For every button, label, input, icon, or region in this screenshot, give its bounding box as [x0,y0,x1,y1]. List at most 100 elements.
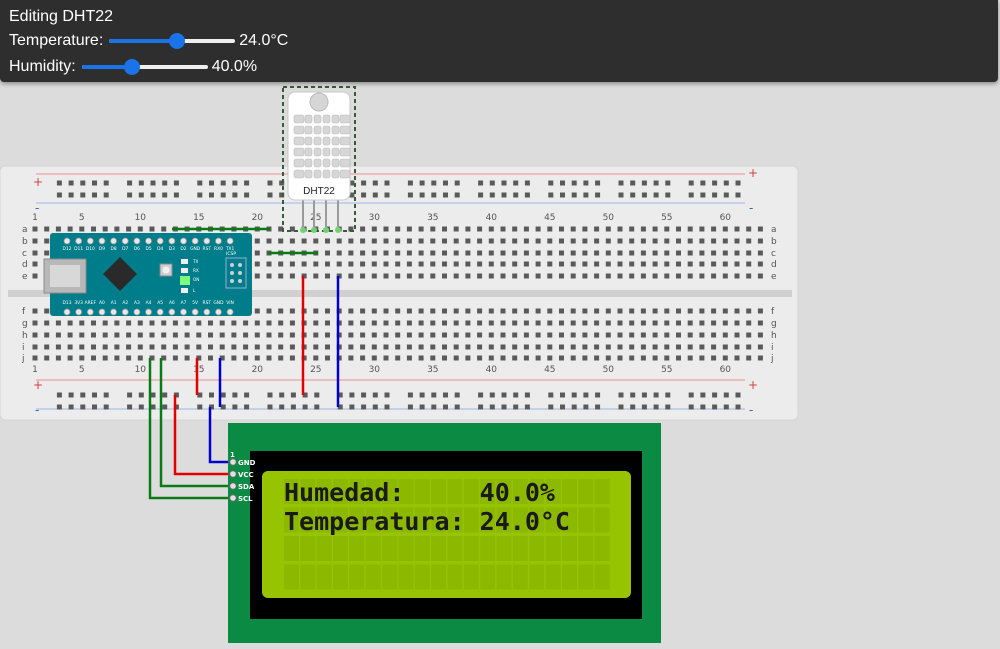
led-label: TX [192,259,199,264]
minus-label-bl: - [35,403,39,417]
row-letter-left: d [22,260,28,270]
column-number: 15 [193,213,204,223]
column-number: 10 [135,213,147,223]
lcd-pin-index: 1 [230,451,235,459]
row-letter-left: i [22,343,25,353]
power-led-icon [180,276,190,285]
arduino-pin [133,237,141,245]
lcd-pin [229,470,237,478]
column-number: 20 [252,213,264,223]
lcd-pin [229,482,237,490]
lcd-pin-label: SCL [238,495,253,503]
arduino-pin-label: D5 [145,246,151,252]
row-letter-right: d [771,260,777,270]
lcd-pin-label: SDA [238,483,255,491]
lcd-pin-label: VCC [238,471,254,479]
arduino-pin [156,308,164,316]
arduino-pin-label: D6 [134,246,140,252]
editor-title: Editing DHT22 [9,8,114,25]
humidity-row: Humidity: 40.0% [9,57,257,77]
row-letter-left: e [22,272,28,282]
column-number: 50 [603,365,615,375]
column-number: 60 [720,365,732,375]
arduino-pin-label: RST [203,300,212,306]
arduino-pin [98,237,106,245]
property-editor-panel: Editing DHT22 Temperature: 24.0°C Humidi… [0,0,998,82]
arduino-pin [63,237,71,245]
lcd-display[interactable]: Humedad: 40.0% Temperatura: 24.0°C 1 GND… [228,423,661,643]
row-letter-right: e [771,272,777,282]
arduino-pin [191,308,199,316]
temperature-slider[interactable] [109,33,236,49]
arduino-pin-label: 5V [192,300,198,306]
arduino-pin [121,308,129,316]
plus-label-tl: + [33,175,43,189]
arduino-pin [203,308,211,316]
arduino-pin-label: GND [190,246,201,252]
row-letter-right: j [770,354,774,364]
column-number: 15 [193,365,204,375]
plus-label-br: + [748,378,758,392]
arduino-pin-label: D4 [157,246,163,252]
column-number: 60 [720,213,732,223]
column-number: 55 [661,213,672,223]
arduino-pin [133,308,141,316]
arduino-pin-label: A6 [169,300,175,306]
arduino-pin-label: VIN [226,300,234,306]
arduino-pin [156,237,164,245]
arduino-pin-label: A3 [134,300,140,306]
humidity-slider-thumb[interactable] [124,59,141,75]
arduino-pin-label: A7 [181,300,187,306]
row-letter-left: h [22,331,28,341]
lcd-pin [229,458,237,466]
column-number: 30 [369,213,381,223]
humidity-value: 40.0% [211,58,258,75]
arduino-pin [98,308,106,316]
arduino-pin-label: D12 [63,246,72,252]
arduino-pin-label: RST [203,246,212,252]
column-number: 5 [79,213,85,223]
temperature-slider-thumb[interactable] [169,33,186,49]
column-number: 45 [544,365,555,375]
arduino-pin-label: D3 [169,246,175,252]
minus-label-tr: - [749,201,753,215]
column-number: 5 [79,365,85,375]
arduino-pin [145,237,152,245]
dht22-label: DHT22 [303,186,335,197]
arduino-pin [145,308,152,316]
simulation-canvas[interactable]: + + - - + + - - 1 5 10 15 20 25 30 35 40 45 50 55 60… [0,0,1000,649]
arduino-pin [203,237,211,245]
column-number: 10 [135,365,147,375]
column-number: 1 [32,213,38,223]
humidity-label: Humidity: [9,58,76,75]
arduino-pin [180,308,187,316]
column-number: 50 [603,213,615,223]
arduino-pin [86,237,94,245]
column-number: 25 [310,213,321,223]
lcd-pin-label: GND [238,459,256,467]
arduino-pin [121,237,129,245]
row-letter-left: a [22,225,28,235]
arduino-pin-label: GND [213,300,224,306]
column-number: 35 [427,213,438,223]
arduino-pin [75,308,83,316]
arduino-nano[interactable]: ICSP TXRXONL D12 D11 D10 D9 D8 D7 D6 D5 D4 D3 D2 GN… [43,233,252,316]
arduino-pin-label: TX1 [225,246,235,252]
lcd-line-2: Temperatura: 24.0°C [284,507,570,536]
column-number: 40 [486,365,498,375]
plus-label-tr: + [748,166,758,180]
arduino-pin [168,308,176,316]
column-number: 45 [544,213,555,223]
column-number: 35 [427,365,438,375]
column-number: 55 [661,365,672,375]
row-letter-left: g [22,319,28,329]
humidity-slider[interactable] [81,59,208,75]
arduino-pin-label: A1 [111,300,117,306]
arduino-pin [110,237,117,245]
arduino-pin-label: A2 [122,300,128,306]
arduino-pin-label: D2 [180,246,186,252]
row-letter-right: a [771,225,777,235]
arduino-pin [75,237,83,245]
arduino-pin [215,308,222,316]
arduino-pin [110,308,117,316]
